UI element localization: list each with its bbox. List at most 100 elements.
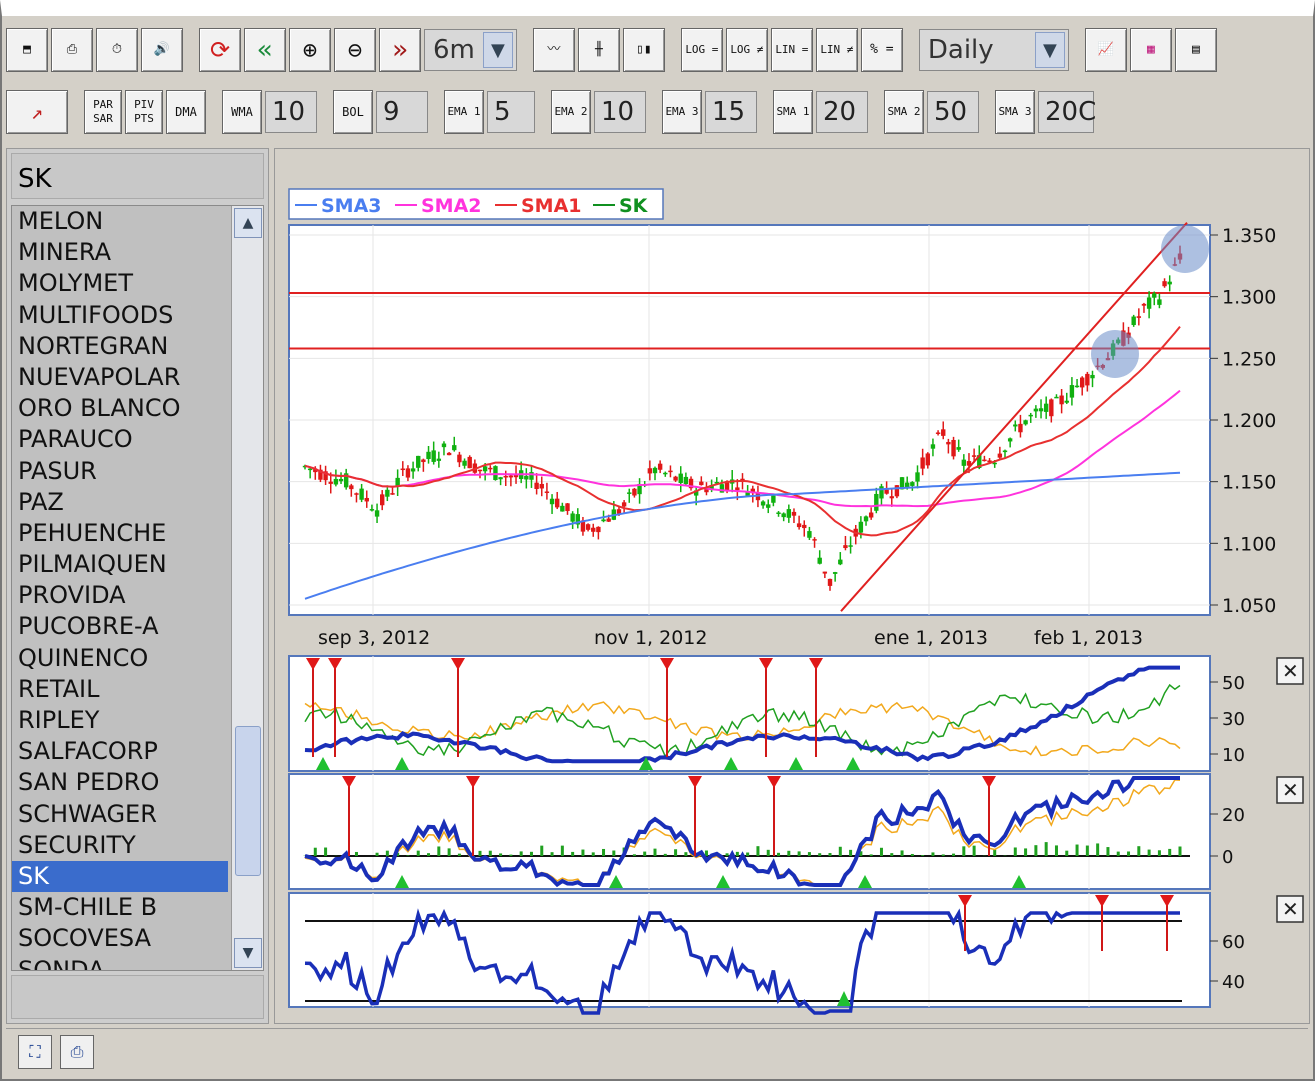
candle-body: [410, 468, 416, 472]
candle-body: [807, 531, 812, 538]
lin-notequal-button[interactable]: LIN ≠: [815, 28, 858, 72]
ema3-button[interactable]: EMA 3: [662, 90, 702, 134]
list-item[interactable]: SK: [12, 860, 228, 893]
list-item[interactable]: PILMAIQUEN: [12, 549, 228, 580]
sma3-period-input[interactable]: 20C: [1038, 91, 1096, 133]
candlestick-icon[interactable]: ▯▮: [622, 28, 665, 72]
lin-equal-button[interactable]: LIN =: [770, 28, 813, 72]
zoom-out-icon[interactable]: ⊖: [334, 28, 376, 72]
wma-button[interactable]: WMA: [222, 90, 262, 134]
indicator-panel-icon[interactable]: ▤: [1174, 28, 1217, 72]
fit-screen-icon[interactable]: ⛶: [18, 1034, 52, 1069]
ema2-period-input[interactable]: 10: [594, 91, 646, 133]
list-item[interactable]: MINERA: [12, 237, 228, 268]
list-item[interactable]: MOLYMET: [12, 268, 228, 299]
scroll-thumb[interactable]: [235, 726, 261, 876]
candle-body: [1162, 281, 1167, 287]
line-chart-icon[interactable]: 〰: [532, 28, 575, 72]
list-item[interactable]: ORO BLANCO: [12, 393, 228, 424]
candle-body: [436, 458, 442, 461]
price-chart[interactable]: SMA3 SMA2 SMA1 SK 1.350 1.300 1.250 1.200 1.150 1…: [275, 149, 1311, 1025]
ema2-button[interactable]: EMA 2: [551, 90, 591, 134]
sma2-button[interactable]: SMA 2: [884, 90, 924, 134]
percent-button[interactable]: % =: [860, 28, 903, 72]
close-indicator-button[interactable]: ✕: [1276, 895, 1304, 923]
speaker-icon[interactable]: 🔊: [141, 28, 183, 72]
list-item[interactable]: SECURITY: [12, 830, 228, 861]
candle-body: [380, 494, 385, 506]
chart-settings-icon[interactable]: 📈: [1084, 28, 1127, 72]
refresh-icon[interactable]: ⟳: [199, 28, 241, 72]
macd-histogram-bar: [838, 846, 842, 856]
list-item[interactable]: QUINENCO: [12, 643, 228, 674]
macd-histogram-bar: [499, 853, 503, 856]
interval-select[interactable]: Daily ▼: [918, 29, 1069, 71]
log-notequal-button[interactable]: LOG ≠: [725, 28, 768, 72]
list-item[interactable]: SM-CHILE B: [12, 892, 228, 923]
candle-body: [1059, 395, 1064, 405]
layout-window-icon[interactable]: ⬒: [6, 28, 48, 72]
sma3-button[interactable]: SMA 3: [995, 90, 1035, 134]
ema1-period-input[interactable]: 5: [487, 91, 535, 133]
list-item[interactable]: RIPLEY: [12, 705, 228, 736]
wma-period-input[interactable]: 10: [265, 91, 317, 133]
legend-label: SMA1: [521, 195, 582, 217]
list-item[interactable]: SAN PEDRO: [12, 767, 228, 798]
close-indicator-button[interactable]: ✕: [1276, 776, 1304, 804]
list-item[interactable]: SOCOVESA: [12, 923, 228, 954]
list-item[interactable]: PROVIDA: [12, 580, 228, 611]
list-item[interactable]: PAZ: [12, 487, 228, 518]
macd-histogram-bar: [684, 852, 688, 856]
list-item[interactable]: MULTIFOODS: [12, 300, 228, 331]
rewind-icon[interactable]: «: [244, 28, 286, 72]
sma1-period-input[interactable]: 20: [816, 91, 868, 133]
chevron-down-icon[interactable]: ▼: [234, 938, 262, 968]
candle-body: [1157, 299, 1162, 305]
timer-icon[interactable]: ⏱: [96, 28, 138, 72]
macd-histogram-bar: [807, 852, 811, 856]
date-tick-label: nov 1, 2012: [594, 627, 707, 649]
candle-body: [796, 523, 802, 528]
list-item[interactable]: NUEVAPOLAR: [12, 362, 228, 393]
list-item[interactable]: SCHWAGER: [12, 799, 228, 830]
list-item[interactable]: SONDA: [12, 955, 228, 971]
zoom-in-icon[interactable]: ⊕: [289, 28, 331, 72]
chart-panel: SMA3 SMA2 SMA1 SK 1.350 1.300 1.250 1.200 1.150 1…: [274, 148, 1310, 1024]
list-item[interactable]: PASUR: [12, 456, 228, 487]
sma1-button[interactable]: SMA 1: [773, 90, 813, 134]
period-select[interactable]: 6m ▼: [424, 29, 517, 71]
list-item[interactable]: PEHUENCHE: [12, 518, 228, 549]
log-equal-button[interactable]: LOG =: [680, 28, 723, 72]
candle-body: [802, 524, 807, 529]
forward-icon[interactable]: »: [379, 28, 421, 72]
piv-pts-button[interactable]: PIV PTS: [125, 90, 163, 134]
candle-body: [1023, 420, 1028, 425]
close-indicator-button[interactable]: ✕: [1276, 657, 1304, 685]
ema3-period-input[interactable]: 15: [705, 91, 757, 133]
candle-body: [338, 478, 344, 482]
macd-histogram-bar: [602, 848, 606, 856]
draw-tool-icon[interactable]: ↗: [6, 90, 68, 134]
list-item[interactable]: PARAUCO: [12, 424, 228, 455]
list-item[interactable]: NORTEGRAN: [12, 331, 228, 362]
printer-icon[interactable]: ⎙: [60, 1034, 94, 1069]
macd-histogram-bar: [1054, 845, 1058, 856]
macd-histogram-bar: [725, 853, 729, 856]
candle-body: [534, 482, 539, 489]
list-scrollbar[interactable]: ▲ ▼: [231, 206, 263, 970]
chevron-up-icon[interactable]: ▲: [234, 208, 262, 238]
list-item[interactable]: PUCOBRE-A: [12, 611, 228, 642]
bol-button[interactable]: BOL: [333, 90, 373, 134]
par-sar-button[interactable]: PAR SAR: [84, 90, 122, 134]
color-palette-icon[interactable]: ▦: [1129, 28, 1172, 72]
bol-period-input[interactable]: 9: [376, 91, 428, 133]
print-setup-icon[interactable]: ⎙: [51, 28, 93, 72]
ema1-button[interactable]: EMA 1: [444, 90, 484, 134]
list-item[interactable]: RETAIL: [12, 674, 228, 705]
list-item[interactable]: MELON: [12, 206, 228, 237]
sma2-period-input[interactable]: 50: [927, 91, 979, 133]
list-item[interactable]: SALFACORP: [12, 736, 228, 767]
macd-histogram-bar: [1157, 850, 1161, 856]
bar-chart-icon[interactable]: ╫: [577, 28, 620, 72]
dma-button[interactable]: DMA: [166, 90, 206, 134]
